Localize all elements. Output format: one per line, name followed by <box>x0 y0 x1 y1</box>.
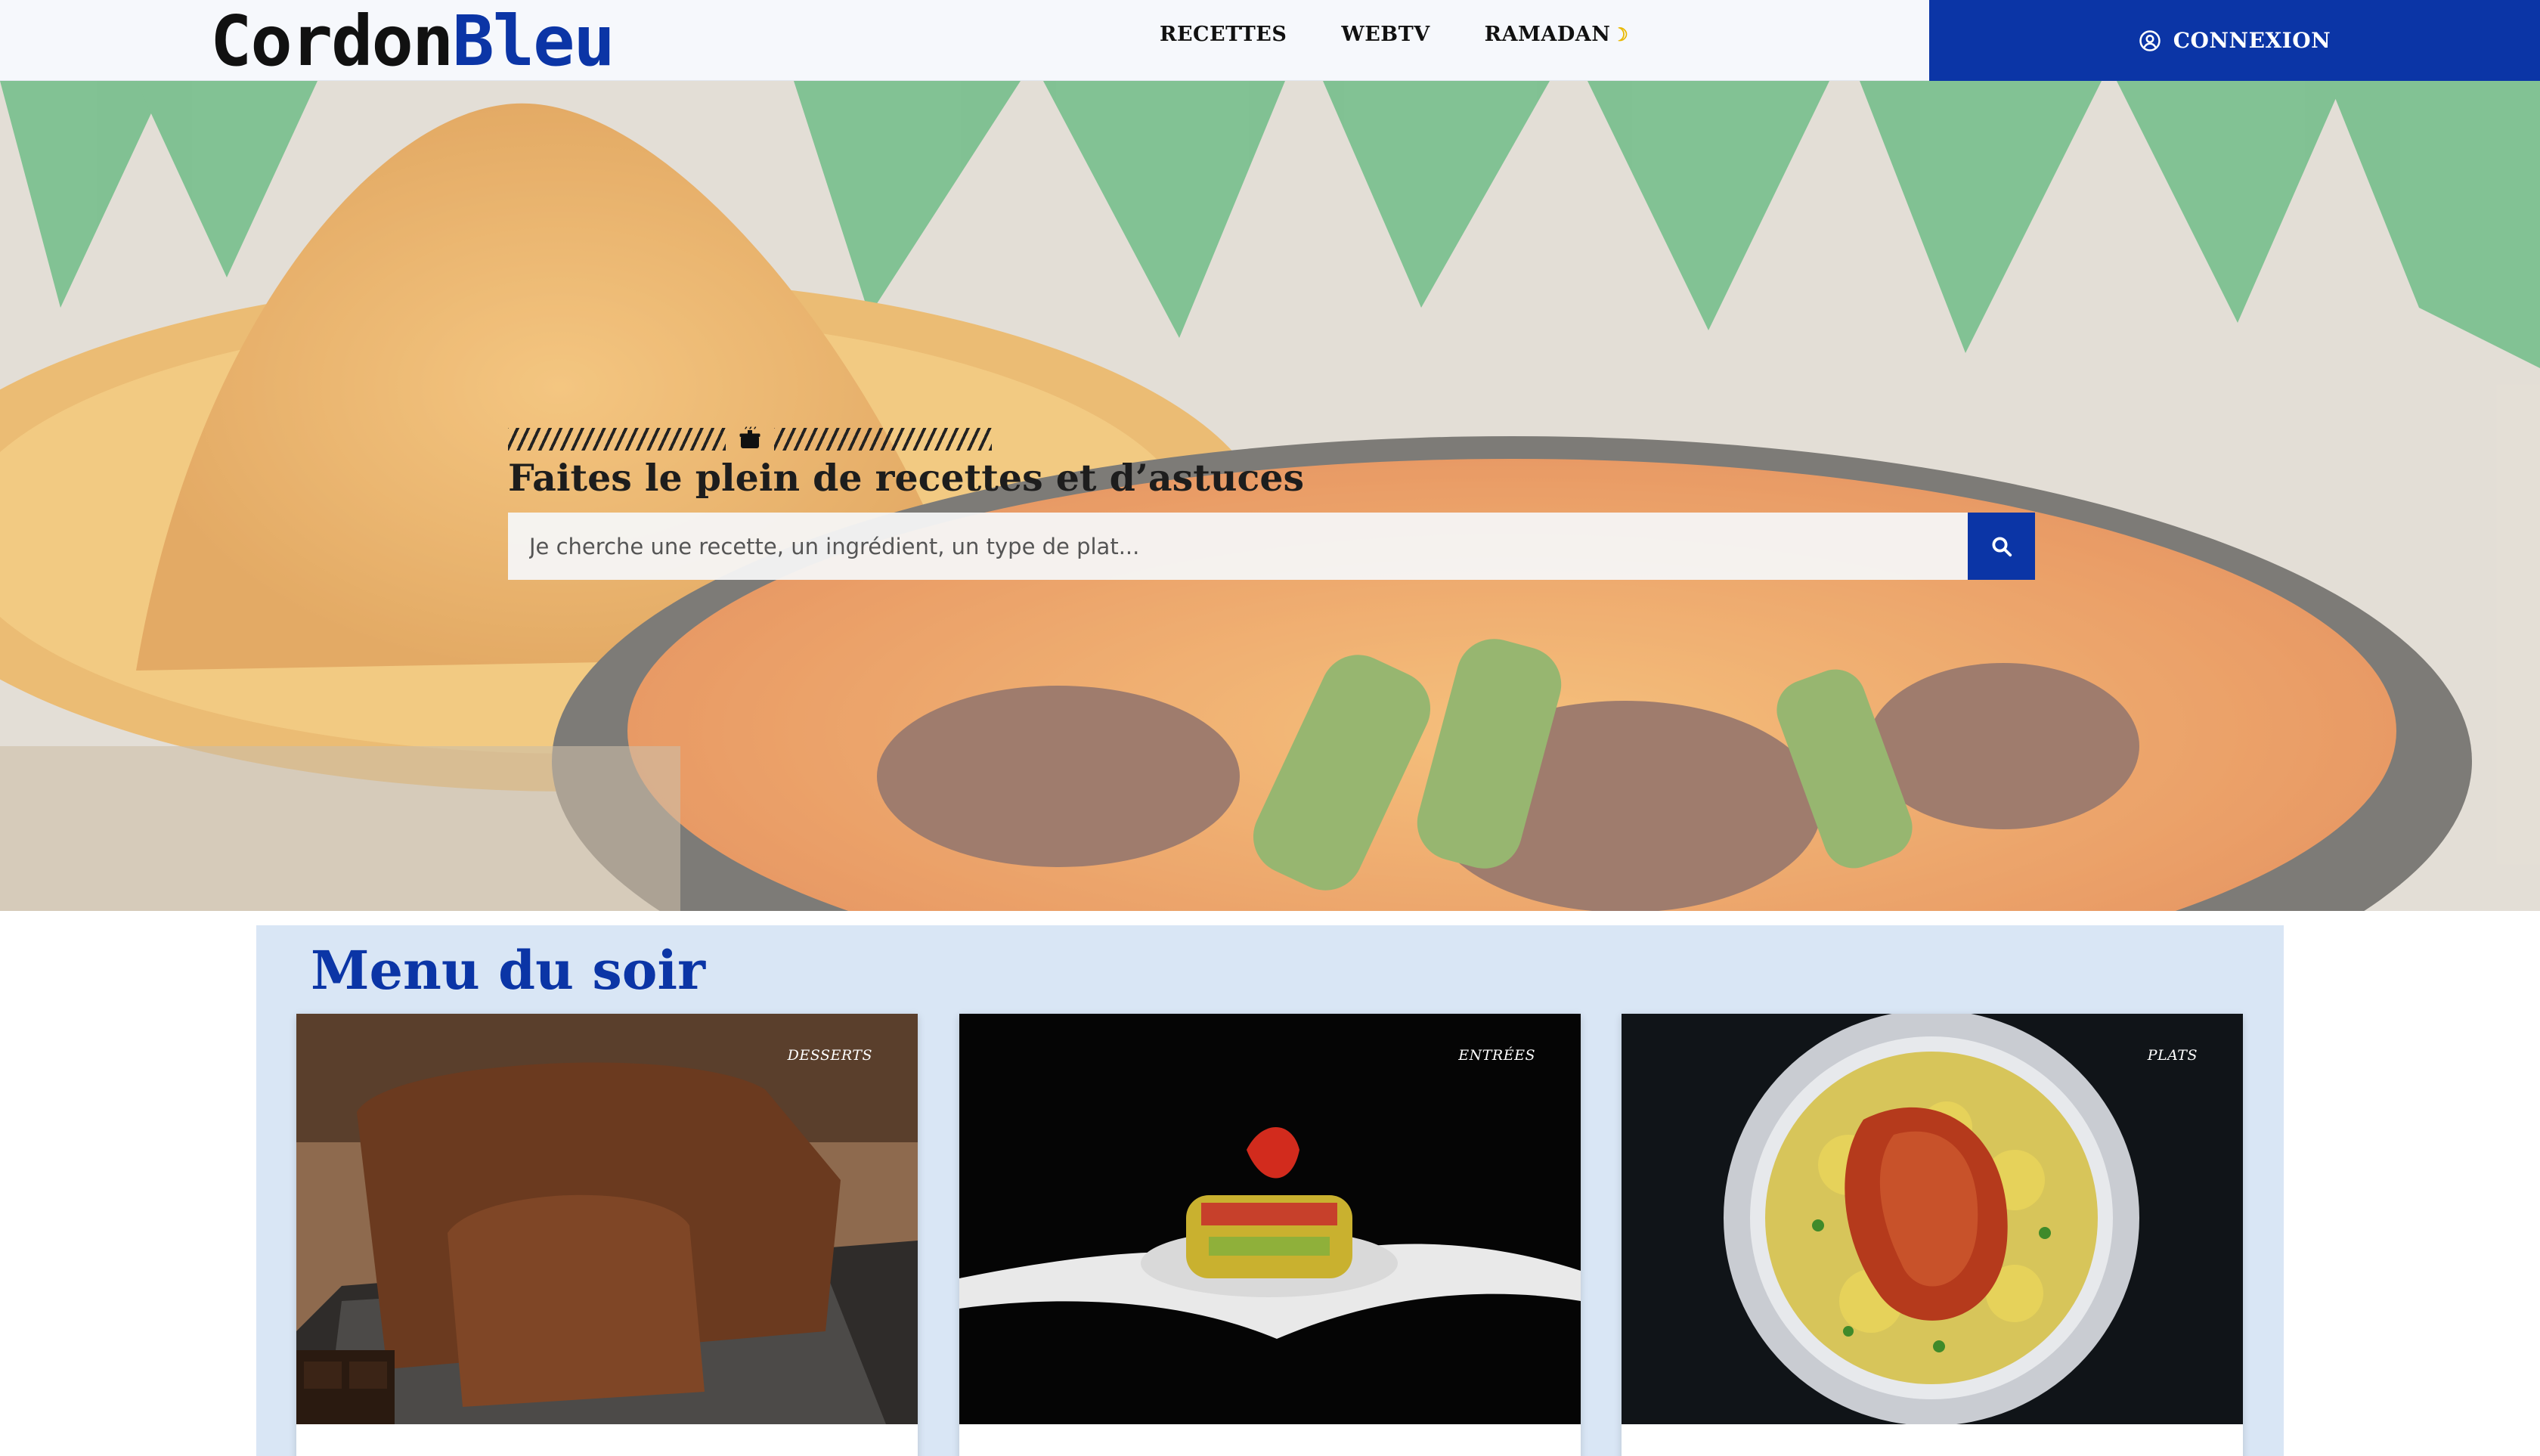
login-label: CONNEXION <box>2173 28 2331 53</box>
search-bar <box>508 513 2035 580</box>
hatch-left <box>508 428 726 451</box>
recipe-image-tartare: ENTRÉES <box>959 1014 1581 1424</box>
user-circle-icon <box>2139 29 2161 51</box>
search-input[interactable] <box>508 513 1968 580</box>
hero-banner: Faites le plein de recettes et d’astuces <box>0 81 2540 911</box>
card-category: DESSERTS <box>787 1047 872 1064</box>
recipe-image-chocolate-cake: DESSERTS <box>296 1014 918 1424</box>
login-button[interactable]: CONNEXION <box>1929 0 2540 81</box>
card-category: PLATS <box>2147 1047 2198 1064</box>
site-logo[interactable]: Cordon Bleu <box>210 1 615 82</box>
hero-title: Faites le plein de recettes et d’astuces <box>508 456 1305 500</box>
cooking-pot-icon <box>739 426 760 448</box>
nav-link-ramadan[interactable]: RAMADAN☽ <box>1485 23 1629 46</box>
main-menu: RECETTES WEBTV RAMADAN☽ <box>1160 23 1628 46</box>
recipe-card-desserts[interactable]: DESSERTS <box>296 1014 918 1456</box>
recipe-card-entrees[interactable]: ENTRÉES <box>959 1014 1581 1456</box>
section-title: Menu du soir <box>311 939 705 1002</box>
logo-text-cordon: Cordon <box>210 1 454 82</box>
crescent-moon-icon: ☽ <box>1612 23 1629 45</box>
search-icon <box>1992 537 2012 556</box>
hero-decoration <box>508 424 992 454</box>
nav-link-ramadan-label: RAMADAN <box>1484 23 1611 46</box>
top-navbar: Cordon Bleu RECETTES WEBTV RAMADAN☽ CONNE… <box>0 0 2540 81</box>
hatch-right <box>774 428 992 451</box>
logo-text-bleu: Bleu <box>452 1 615 82</box>
card-category: ENTRÉES <box>1458 1047 1535 1064</box>
recipe-card-plats[interactable]: PLATS <box>1622 1014 2243 1456</box>
nav-link-recettes[interactable]: RECETTES <box>1160 23 1287 46</box>
recipe-image-roast-chicken: PLATS <box>1622 1014 2243 1424</box>
menu-du-soir-section: Menu du soir DESSERTS ENTRÉES PLATS <box>256 925 2284 1456</box>
search-button[interactable] <box>1968 513 2035 580</box>
nav-link-webtv[interactable]: WEBTV <box>1341 23 1430 46</box>
